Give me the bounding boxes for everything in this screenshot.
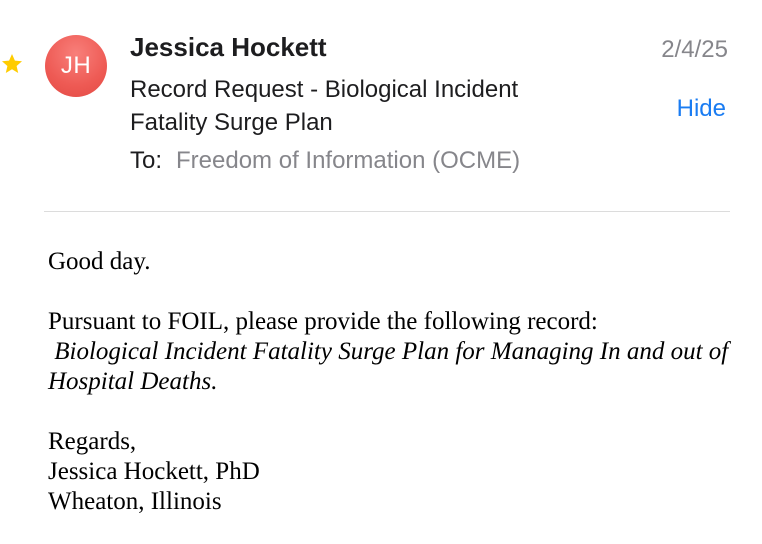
message-body: Good day. Pursuant to FOIL, please provi… bbox=[48, 247, 748, 517]
record-title-text: Biological Incident Fatality Surge Plan … bbox=[48, 338, 729, 395]
message-date: 2/4/25 bbox=[661, 36, 728, 63]
sender-name: Jessica Hockett bbox=[130, 32, 327, 62]
greeting-text: Good day. bbox=[48, 248, 151, 275]
avatar: JH bbox=[45, 35, 107, 97]
hide-details-link[interactable]: Hide bbox=[677, 95, 726, 123]
record-title: Biological Incident Fatality Surge Plan … bbox=[48, 337, 748, 397]
recipient-row: To: Freedom of Information (OCME) bbox=[130, 147, 520, 175]
avatar-initials: JH bbox=[60, 52, 92, 79]
signature-name: Jessica Hockett, PhD bbox=[48, 458, 260, 485]
signature-location: Wheaton, Illinois bbox=[48, 488, 222, 515]
message-subject: Record Request - Biological Incident Fat… bbox=[130, 76, 519, 136]
star-icon[interactable] bbox=[0, 52, 24, 76]
header-divider bbox=[44, 211, 730, 212]
request-line: Pursuant to FOIL, please provide the fol… bbox=[48, 308, 598, 335]
to-label: To: bbox=[130, 147, 163, 174]
recipient-name[interactable]: Freedom of Information (OCME) bbox=[176, 147, 520, 174]
closing-text: Regards, bbox=[48, 428, 137, 455]
